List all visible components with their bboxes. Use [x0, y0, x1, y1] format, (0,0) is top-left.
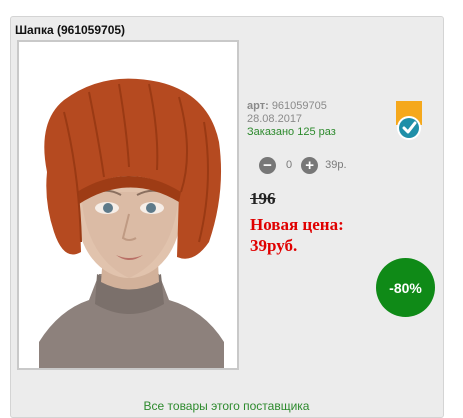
- product-photo[interactable]: [17, 40, 239, 370]
- product-date: 28.08.2017: [247, 113, 303, 125]
- plus-icon[interactable]: +: [301, 156, 319, 174]
- old-price: 196: [250, 189, 276, 208]
- unit-price: 39р.: [325, 159, 347, 171]
- article-label: арт:: [247, 100, 269, 112]
- quantity-stepper: − 0 + 39р.: [259, 156, 347, 174]
- minus-icon[interactable]: −: [259, 156, 276, 174]
- new-price: Новая цена: 39руб.: [250, 215, 344, 255]
- product-title: Шапка (961059705): [15, 23, 126, 37]
- verified-badge-icon: [396, 101, 422, 140]
- quantity-value: 0: [286, 159, 293, 171]
- product-meta: арт: 961059705 28.08.2017 Заказано 125 р…: [247, 100, 336, 139]
- discount-badge: -80%: [376, 258, 435, 317]
- ordered-count: Заказано 125 раз: [247, 126, 336, 138]
- article-number: 961059705: [271, 100, 327, 112]
- hat-on-mannequin-image: [19, 42, 237, 368]
